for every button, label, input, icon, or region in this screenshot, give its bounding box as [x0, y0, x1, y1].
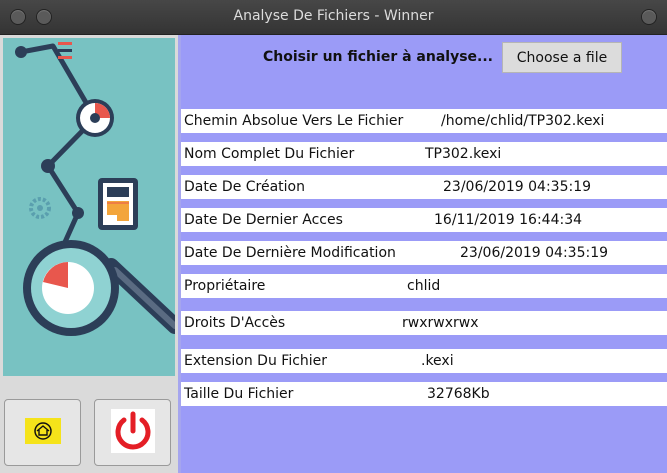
field-value: .kexi [421, 353, 454, 369]
field-label: Droits D'Accès [184, 315, 286, 331]
home-button[interactable] [4, 399, 81, 466]
choose-file-button[interactable]: Choose a file [502, 42, 622, 73]
field-label: Propriétaire [184, 278, 266, 294]
field-label: Taille Du Fichier [184, 386, 294, 402]
field-row-creation-date: Date De Création 23/06/2019 04:35:19 [181, 175, 667, 199]
home-icon [24, 417, 61, 448]
power-icon [110, 408, 155, 457]
power-button[interactable] [94, 399, 171, 466]
field-value: TP302.kexi [425, 146, 502, 162]
field-value: /home/chlid/TP302.kexi [441, 113, 605, 129]
field-row-owner: Propriétaire chlid [181, 274, 667, 298]
field-value: 16/11/2019 16:44:34 [434, 212, 583, 228]
field-label: Extension Du Fichier [184, 353, 328, 369]
title-bar: Analyse De Fichiers - Winner [0, 0, 667, 35]
field-label: Nom Complet Du Fichier [184, 146, 355, 162]
field-label: Date De Dernier Acces [184, 212, 343, 228]
window-maximize-button[interactable] [641, 9, 657, 25]
choose-file-label: Choisir un fichier à analyse... [263, 49, 493, 65]
left-panel [0, 35, 178, 473]
field-label: Date De Dernière Modification [184, 245, 396, 261]
field-row-size: Taille Du Fichier 32768Kb [181, 382, 667, 406]
field-label: Date De Création [184, 179, 305, 195]
info-panel: Choisir un fichier à analyse... Choose a… [181, 35, 667, 473]
file-analysis-illustration [15, 42, 175, 336]
field-label: Chemin Absolue Vers Le Fichier [184, 113, 404, 129]
field-value: chlid [407, 278, 441, 294]
field-value: 23/06/2019 04:35:19 [443, 179, 592, 195]
illustration [3, 38, 175, 376]
field-value: rwxrwxrwx [402, 315, 479, 331]
field-row-name: Nom Complet Du Fichier TP302.kexi [181, 142, 667, 166]
field-row-last-modified: Date De Dernière Modification 23/06/2019… [181, 241, 667, 265]
app-window: Analyse De Fichiers - Winner Choisir un … [0, 0, 667, 473]
window-title: Analyse De Fichiers - Winner [233, 8, 434, 24]
main-content: Choisir un fichier à analyse... Choose a… [0, 35, 667, 473]
field-row-permissions: Droits D'Accès rwxrwxrwx [181, 311, 667, 335]
field-value: 32768Kb [427, 386, 490, 402]
field-row-last-access: Date De Dernier Acces 16/11/2019 16:44:3… [181, 208, 667, 232]
field-row-extension: Extension Du Fichier .kexi [181, 349, 667, 373]
field-value: 23/06/2019 04:35:19 [460, 245, 609, 261]
field-row-path: Chemin Absolue Vers Le Fichier /home/chl… [181, 109, 667, 133]
